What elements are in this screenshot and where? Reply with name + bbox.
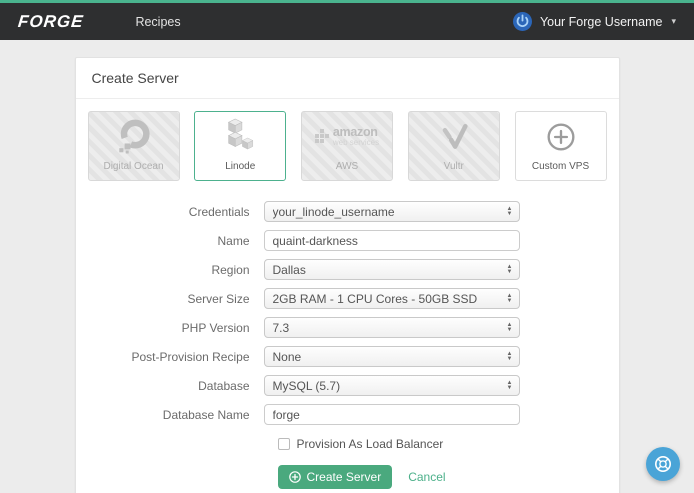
lifebuoy-icon: [653, 454, 673, 474]
linode-logo-icon: [195, 112, 285, 161]
card-title: Create Server: [76, 58, 619, 99]
name-label: Name: [92, 234, 264, 248]
region-label: Region: [92, 263, 264, 277]
provider-label: Linode: [225, 161, 255, 172]
select-value: None: [273, 350, 302, 364]
provider-label: AWS: [336, 161, 358, 172]
aws-logo-subtext: web services: [333, 139, 379, 147]
provider-tile-aws[interactable]: amazon web services AWS: [301, 111, 393, 181]
database-label: Database: [92, 379, 264, 393]
database-select[interactable]: MySQL (5.7) ▲▼: [264, 375, 520, 396]
form-row-php-version: PHP Version 7.3 ▲▼: [92, 317, 603, 338]
post-provision-recipe-select[interactable]: None ▲▼: [264, 346, 520, 367]
aws-logo-icon: amazon web services: [302, 112, 392, 161]
select-value: MySQL (5.7): [273, 379, 341, 393]
select-value: your_linode_username: [273, 205, 395, 219]
caret-down-icon: ▾: [671, 16, 676, 27]
database-name-label: Database Name: [92, 408, 264, 422]
power-icon: [513, 12, 532, 31]
load-balancer-checkbox[interactable]: [278, 438, 290, 450]
up-down-stepper-icon: ▲▼: [507, 352, 513, 361]
region-select[interactable]: Dallas ▲▼: [264, 259, 520, 280]
select-value: 2GB RAM - 1 CPU Cores - 50GB SSD: [273, 292, 478, 306]
nav-recipes[interactable]: Recipes: [135, 15, 180, 29]
aws-logo-text: amazon: [333, 126, 379, 139]
create-server-button[interactable]: Create Server: [278, 465, 393, 489]
php-version-label: PHP Version: [92, 321, 264, 335]
cancel-link[interactable]: Cancel: [408, 470, 445, 484]
vultr-logo-icon: [409, 112, 499, 161]
provider-tile-custom-vps[interactable]: Custom VPS: [515, 111, 607, 181]
php-version-select[interactable]: 7.3 ▲▼: [264, 317, 520, 338]
provider-label: Digital Ocean: [103, 161, 163, 172]
form-row-database-name: Database Name: [92, 404, 603, 425]
digital-ocean-logo-icon: [89, 112, 179, 161]
form-row-credentials: Credentials your_linode_username ▲▼: [92, 201, 603, 222]
up-down-stepper-icon: ▲▼: [507, 294, 513, 303]
provider-tiles: Digital Ocean: [76, 99, 619, 185]
form-row-database: Database MySQL (5.7) ▲▼: [92, 375, 603, 396]
up-down-stepper-icon: ▲▼: [507, 323, 513, 332]
help-button[interactable]: [646, 447, 680, 481]
credentials-select[interactable]: your_linode_username ▲▼: [264, 201, 520, 222]
provider-label: Custom VPS: [532, 161, 589, 172]
form-row-region: Region Dallas ▲▼: [92, 259, 603, 280]
server-size-label: Server Size: [92, 292, 264, 306]
credentials-label: Credentials: [92, 205, 264, 219]
create-server-form: Credentials your_linode_username ▲▼ Name…: [76, 185, 619, 493]
provider-tile-linode[interactable]: Linode: [194, 111, 286, 181]
server-size-select[interactable]: 2GB RAM - 1 CPU Cores - 50GB SSD ▲▼: [264, 288, 520, 309]
provider-tile-digital-ocean[interactable]: Digital Ocean: [88, 111, 180, 181]
database-name-input[interactable]: [264, 404, 520, 425]
plus-circle-icon: [289, 471, 301, 483]
select-value: 7.3: [273, 321, 290, 335]
main-content: Create Server Digital Ocean: [0, 57, 694, 493]
create-server-card: Create Server Digital Ocean: [75, 57, 620, 493]
form-row-post-provision-recipe: Post-Provision Recipe None ▲▼: [92, 346, 603, 367]
up-down-stepper-icon: ▲▼: [507, 381, 513, 390]
forge-logo[interactable]: FORGE: [17, 12, 85, 32]
form-actions: Create Server Cancel: [278, 465, 603, 489]
up-down-stepper-icon: ▲▼: [507, 265, 513, 274]
nav-links: Recipes: [135, 13, 180, 31]
create-server-button-label: Create Server: [307, 470, 382, 484]
select-value: Dallas: [273, 263, 306, 277]
load-balancer-label: Provision As Load Balancer: [297, 437, 444, 451]
name-input[interactable]: [264, 230, 520, 251]
user-menu[interactable]: Your Forge Username ▾: [513, 12, 676, 31]
plus-circle-icon: [516, 112, 606, 161]
top-navbar: FORGE Recipes Your Forge Username ▾: [0, 3, 694, 40]
form-row-server-size: Server Size 2GB RAM - 1 CPU Cores - 50GB…: [92, 288, 603, 309]
post-provision-recipe-label: Post-Provision Recipe: [92, 350, 264, 364]
form-row-name: Name: [92, 230, 603, 251]
username-label: Your Forge Username: [540, 15, 663, 29]
load-balancer-row: Provision As Load Balancer: [278, 437, 603, 451]
provider-label: Vultr: [444, 161, 464, 172]
up-down-stepper-icon: ▲▼: [507, 207, 513, 216]
provider-tile-vultr[interactable]: Vultr: [408, 111, 500, 181]
